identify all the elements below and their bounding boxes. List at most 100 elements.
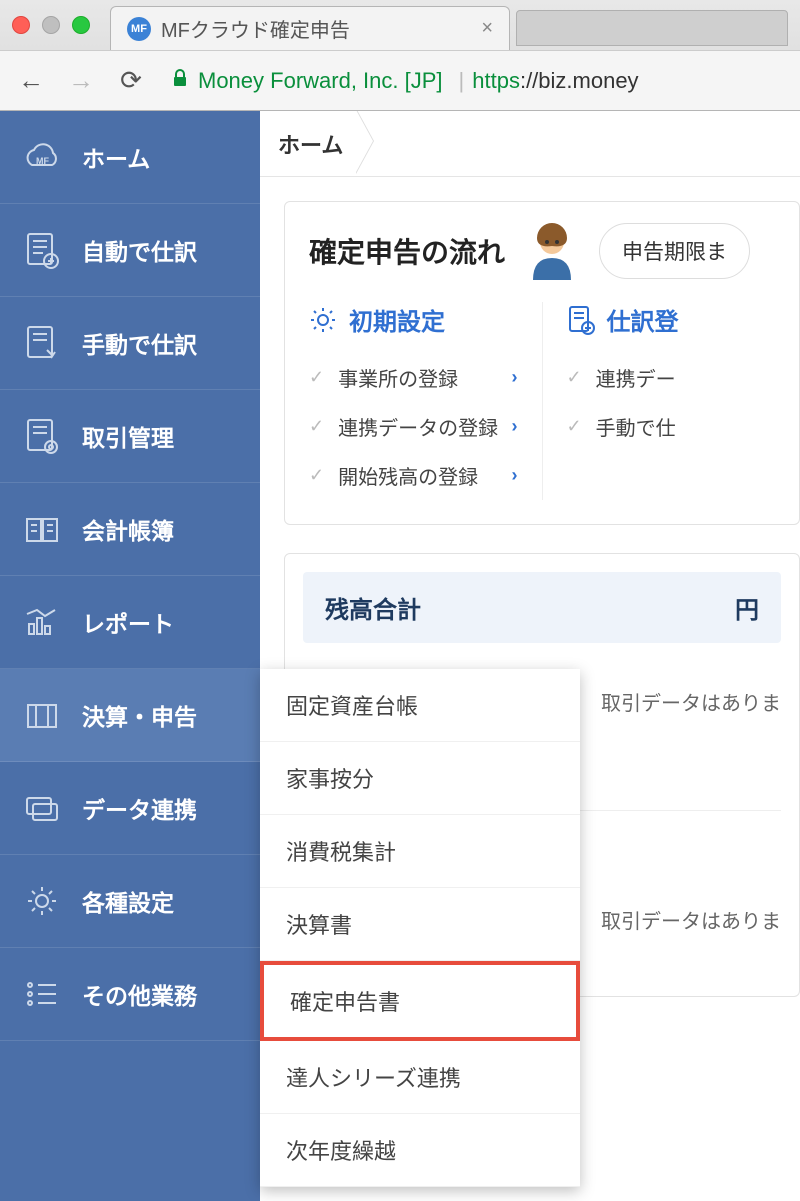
section-title: 仕訳登 <box>607 302 679 337</box>
checklist-item[interactable]: ✓ 開始残高の登録 › <box>309 451 518 500</box>
check-icon: ✓ <box>567 416 582 437</box>
sidebar-item-label: ホーム <box>82 140 150 174</box>
close-tab-icon[interactable]: × <box>481 17 493 40</box>
flow-card: 確定申告の流れ 申告期限ま 初期設定 ✓ <box>284 201 800 525</box>
minimize-window-button[interactable] <box>42 16 60 34</box>
lock-icon <box>172 69 188 92</box>
browser-chrome: MF MFクラウド確定申告 × ← → ⟳ Money Forward, Inc… <box>0 0 800 111</box>
checklist-label: 手動で仕 <box>596 412 775 441</box>
sidebar-item-label: 会計帳簿 <box>82 512 174 546</box>
section-header-entry: 仕訳登 <box>567 302 776 337</box>
ev-cert-name: Money Forward, Inc. [JP] <box>198 68 443 94</box>
sidebar-item-home[interactable]: MF ホーム <box>0 111 260 204</box>
sidebar-item-label: 決算・申告 <box>82 698 197 732</box>
checklist-item[interactable]: ✓ 連携デー <box>567 353 776 402</box>
sidebar-item-other[interactable]: その他業務 <box>0 948 260 1041</box>
url-separator: | <box>459 68 465 94</box>
submenu-item-fixed-assets[interactable]: 固定資産台帳 <box>260 669 580 742</box>
speech-bubble: 申告期限ま <box>599 223 750 279</box>
sidebar-item-ledger[interactable]: 会計帳簿 <box>0 483 260 576</box>
cloud-icon: MF <box>22 137 62 177</box>
chevron-right-icon: › <box>512 416 518 437</box>
section-title: 初期設定 <box>349 302 445 337</box>
browser-tab[interactable]: MF MFクラウド確定申告 × <box>110 6 510 50</box>
section-header-initial: 初期設定 <box>309 302 518 337</box>
checklist-label: 事業所の登録 <box>338 363 511 392</box>
chevron-right-icon: › <box>512 367 518 388</box>
submenu-item-tax-return[interactable]: 確定申告書 <box>260 961 580 1041</box>
checklist-item[interactable]: ✓ 手動で仕 <box>567 402 776 451</box>
sidebar: MF ホーム 自動で仕訳 手動で仕訳 取引管理 会計帳簿 レポート 決算・申告 <box>0 111 260 1201</box>
submenu-item-tatsujin[interactable]: 達人シリーズ連携 <box>260 1041 580 1114</box>
check-icon: ✓ <box>309 367 324 388</box>
sidebar-item-reports[interactable]: レポート <box>0 576 260 669</box>
address-bar: ← → ⟳ Money Forward, Inc. [JP] | https:/… <box>0 50 800 110</box>
cards-icon <box>22 788 62 828</box>
sidebar-item-closing[interactable]: 決算・申告 <box>0 669 260 762</box>
check-icon: ✓ <box>567 367 582 388</box>
sidebar-item-label: 各種設定 <box>82 884 174 918</box>
flow-sections: 初期設定 ✓ 事業所の登録 › ✓ 連携データの登録 › <box>309 302 775 500</box>
gear-icon <box>22 881 62 921</box>
submenu-item-household[interactable]: 家事按分 <box>260 742 580 815</box>
gear-icon <box>309 306 337 334</box>
speech-text: 申告期限ま <box>622 241 727 264</box>
flow-section-entry: 仕訳登 ✓ 連携デー ✓ 手動で仕 <box>542 302 776 500</box>
back-button[interactable]: ← <box>14 64 48 98</box>
sidebar-item-transactions[interactable]: 取引管理 <box>0 390 260 483</box>
document-plus-icon <box>567 305 595 335</box>
flow-title: 確定申告の流れ <box>309 231 505 271</box>
url-scheme: https <box>472 68 520 94</box>
sidebar-item-label: データ連携 <box>82 791 197 825</box>
breadcrumb: ホーム <box>260 111 800 177</box>
window-controls <box>12 16 90 34</box>
sidebar-item-data-link[interactable]: データ連携 <box>0 762 260 855</box>
checklist-label: 連携データの登録 <box>338 412 511 441</box>
checklist-label: 連携デー <box>596 363 775 392</box>
checklist-item[interactable]: ✓ 事業所の登録 › <box>309 353 518 402</box>
flow-header: 確定申告の流れ 申告期限ま <box>309 222 775 280</box>
checklist-item[interactable]: ✓ 連携データの登録 › <box>309 402 518 451</box>
check-icon: ✓ <box>309 416 324 437</box>
book-icon <box>22 509 62 549</box>
balance-header: 残高合計 円 <box>303 572 781 643</box>
document-plus-icon <box>22 230 62 270</box>
chart-icon <box>22 602 62 642</box>
app-root: MF ホーム 自動で仕訳 手動で仕訳 取引管理 会計帳簿 レポート 決算・申告 <box>0 111 800 1201</box>
forward-button[interactable]: → <box>64 64 98 98</box>
document-gear-icon <box>22 416 62 456</box>
tab-title: MFクラウド確定申告 <box>161 14 471 43</box>
flow-section-initial: 初期設定 ✓ 事業所の登録 › ✓ 連携データの登録 › <box>309 302 518 500</box>
document-hand-icon <box>22 323 62 363</box>
sidebar-item-label: 手動で仕訳 <box>82 326 197 360</box>
balance-unit: 円 <box>735 590 759 625</box>
submenu-item-carryover[interactable]: 次年度繰越 <box>260 1114 580 1187</box>
sidebar-item-label: レポート <box>82 605 174 639</box>
balance-title: 残高合計 <box>325 590 421 625</box>
new-tab-area[interactable] <box>516 10 788 46</box>
favicon-icon: MF <box>127 17 151 41</box>
sidebar-item-label: 取引管理 <box>82 419 174 453</box>
sidebar-item-settings[interactable]: 各種設定 <box>0 855 260 948</box>
submenu-closing: 固定資産台帳 家事按分 消費税集計 決算書 確定申告書 達人シリーズ連携 次年度… <box>260 669 580 1187</box>
close-window-button[interactable] <box>12 16 30 34</box>
svg-text:MF: MF <box>36 156 49 166</box>
maximize-window-button[interactable] <box>72 16 90 34</box>
sidebar-item-label: その他業務 <box>82 977 197 1011</box>
sidebar-item-label: 自動で仕訳 <box>82 233 197 267</box>
sidebar-item-manual-entry[interactable]: 手動で仕訳 <box>0 297 260 390</box>
sidebar-item-auto-entry[interactable]: 自動で仕訳 <box>0 204 260 297</box>
chevron-right-icon: › <box>512 465 518 486</box>
submenu-item-financial-statements[interactable]: 決算書 <box>260 888 580 961</box>
tab-bar: MF MFクラウド確定申告 × <box>0 0 800 50</box>
reload-button[interactable]: ⟳ <box>114 64 148 98</box>
submenu-item-consumption-tax[interactable]: 消費税集計 <box>260 815 580 888</box>
check-icon: ✓ <box>309 465 324 486</box>
assistant-avatar-icon <box>523 222 581 280</box>
breadcrumb-home[interactable]: ホーム <box>278 128 373 160</box>
checklist-label: 開始残高の登録 <box>338 461 511 490</box>
envelope-icon <box>22 695 62 735</box>
url-rest: ://biz.money <box>520 68 639 94</box>
url-field[interactable]: Money Forward, Inc. [JP] | https://biz.m… <box>164 68 786 94</box>
list-icon <box>22 974 62 1014</box>
